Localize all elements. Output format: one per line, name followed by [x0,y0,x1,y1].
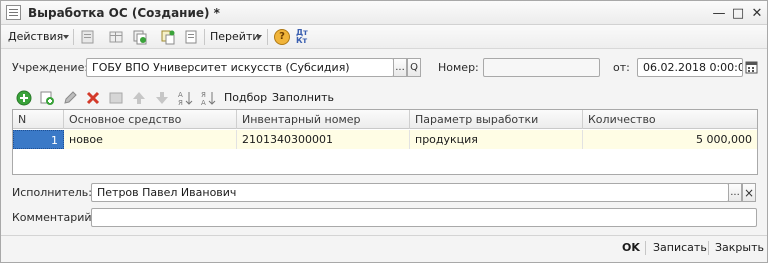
institution-field[interactable]: ГОБУ ВПО Университет искусств (Субсидия) [86,58,394,77]
chevron-down-icon [63,35,69,39]
assets-table: N Основное средство Инвентарный номер Па… [12,109,758,175]
document-window: Выработка ОС (Создание) * — □ ✕ Действия [0,0,768,263]
svg-text:A: A [178,91,183,99]
dt-kt-icon[interactable]: Дт Кт [296,29,312,45]
column-header-quantity[interactable]: Количество [583,110,757,129]
pick-button[interactable]: Подбор [224,91,267,104]
move-down-icon[interactable] [154,90,170,106]
chevron-down-icon [256,35,262,39]
column-header-asset[interactable]: Основное средство [64,110,237,129]
svg-text:A: A [201,99,206,106]
executor-field[interactable]: Петров Павел Иванович [91,183,729,202]
cell-asset[interactable]: новое [64,130,237,149]
help-icon[interactable]: ? [274,29,290,45]
save-button[interactable]: Записать [653,241,707,254]
table-view-icon[interactable] [108,29,124,45]
move-up-icon[interactable] [131,90,147,106]
cell-parameter[interactable]: продукция [410,130,583,149]
date-field[interactable]: 06.02.2018 0:00:00 [637,58,743,77]
toolbar-divider [204,29,205,45]
sort-descending-icon[interactable]: Я A [200,90,216,106]
number-label: Номер: [438,61,479,74]
document-icon [6,5,21,20]
cell-quantity[interactable]: 5 000,000 [583,130,757,149]
search-icon[interactable]: Q [407,58,421,77]
ok-button[interactable]: OK [622,241,640,254]
footer-divider [708,241,709,255]
cell-n[interactable]: 1 [13,130,64,149]
clear-icon[interactable]: × [742,183,756,202]
copy-row-icon[interactable] [39,90,55,106]
actions-menu[interactable]: Действия [8,30,63,43]
footer-divider [645,241,646,255]
select-button[interactable]: ... [728,183,742,202]
minimize-button[interactable]: — [711,5,727,21]
goto-menu[interactable]: Перейти [210,30,260,43]
calendar-icon[interactable] [745,60,758,74]
end-edit-icon[interactable] [108,90,124,106]
delete-row-icon[interactable] [85,90,101,106]
comment-label: Комментарий: [12,211,96,224]
date-label: от: [613,61,630,74]
close-button[interactable]: ✕ [749,5,765,21]
institution-label: Учреждение: [12,61,89,74]
cell-inventory[interactable]: 2101340300001 [237,130,410,149]
add-row-icon[interactable] [16,90,32,106]
copy-document-icon[interactable] [132,29,148,45]
toolbar: Действия Перейти ? Дт Кт [1,25,767,49]
column-header-parameter[interactable]: Параметр выработки [410,110,583,129]
table-row[interactable]: 1 новое 2101340300001 продукция 5 000,00… [13,130,757,149]
footer-divider [1,235,767,236]
svg-text:Я: Я [201,91,206,99]
number-field[interactable] [483,58,600,77]
svg-text:Я: Я [178,99,183,106]
toolbar-divider [73,29,74,45]
toolbar-divider [267,29,268,45]
close-form-button[interactable]: Закрыть [715,241,764,254]
sort-ascending-icon[interactable]: A Я [177,90,193,106]
structure-icon[interactable] [160,29,176,45]
executor-label: Исполнитель: [12,186,92,199]
maximize-button[interactable]: □ [730,5,746,21]
table-header: N Основное средство Инвентарный номер Па… [13,110,757,129]
print-icon[interactable] [183,29,199,45]
fill-button[interactable]: Заполнить [272,91,334,104]
window-title: Выработка ОС (Создание) * [28,6,220,20]
select-button[interactable]: ... [393,58,407,77]
comment-field[interactable] [91,208,757,227]
edit-row-icon[interactable] [62,90,78,106]
column-header-n[interactable]: N [13,110,64,129]
post-document-icon[interactable] [80,29,96,45]
column-header-inventory[interactable]: Инвентарный номер [237,110,410,129]
title-bar: Выработка ОС (Создание) * — □ ✕ [1,1,767,25]
